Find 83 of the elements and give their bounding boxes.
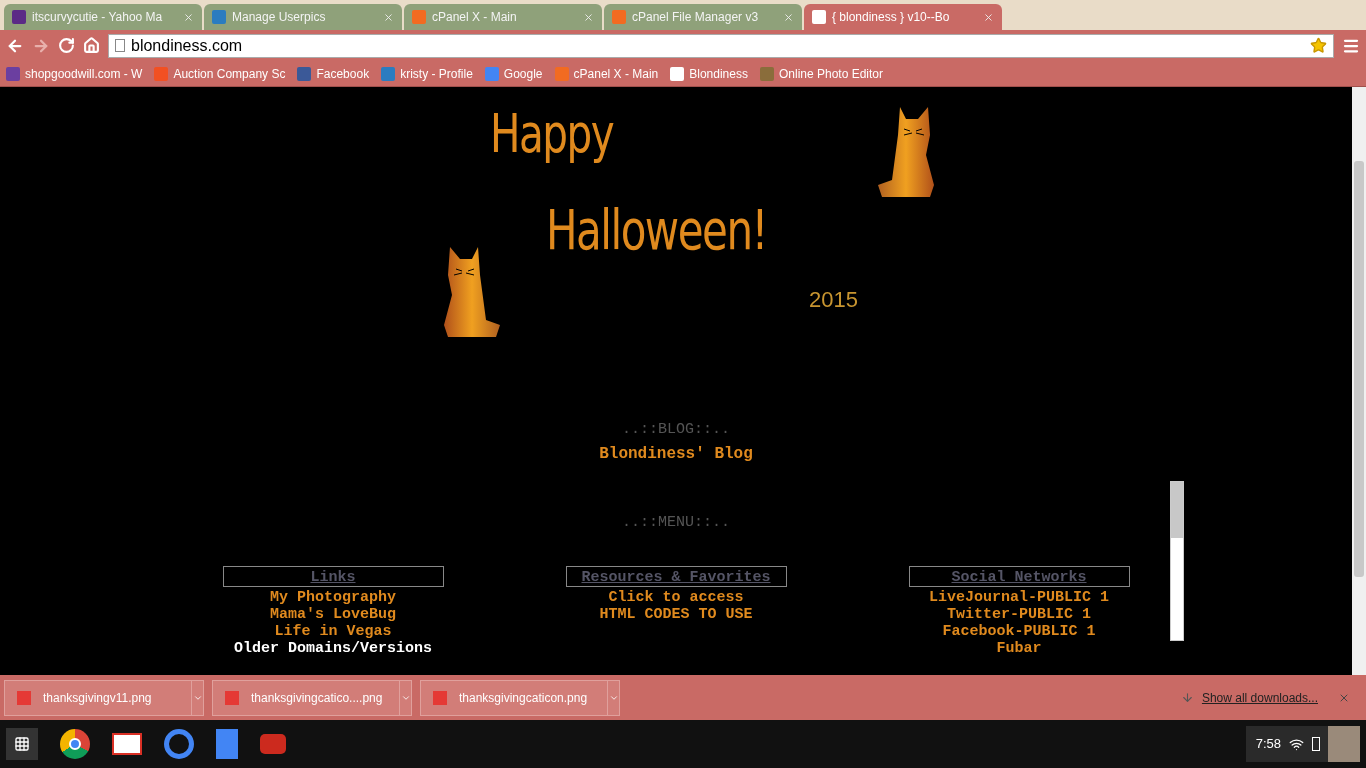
site-icon bbox=[484, 66, 499, 81]
site-icon bbox=[612, 10, 626, 24]
banner-title: Happy bbox=[490, 101, 614, 167]
bookmark[interactable]: Google bbox=[484, 64, 543, 83]
address-bar[interactable]: blondiness.com bbox=[108, 33, 1334, 58]
banner-year: 2015 bbox=[809, 286, 858, 314]
bookmark[interactable]: shopgoodwill.com - W bbox=[6, 64, 143, 83]
menu-link[interactable]: Fubar bbox=[996, 640, 1042, 657]
grid-icon bbox=[14, 736, 30, 752]
show-all-downloads-link[interactable]: Show all downloads... bbox=[1201, 688, 1318, 707]
site-icon bbox=[212, 10, 226, 24]
tab-title: cPanel X - Main bbox=[432, 9, 518, 26]
bookmark[interactable]: kristy - Profile bbox=[381, 64, 473, 83]
star-icon[interactable] bbox=[1310, 37, 1327, 54]
site-icon bbox=[759, 66, 774, 81]
page-icon bbox=[115, 39, 125, 52]
page-scrollbar[interactable] bbox=[1352, 87, 1366, 675]
download-arrow-icon bbox=[1180, 691, 1194, 704]
browser-tab[interactable]: itscurvycutie - Yahoo Ma bbox=[4, 4, 202, 30]
menu-link[interactable]: LiveJournal-PUBLIC 1 bbox=[929, 589, 1109, 606]
tab-title: cPanel File Manager v3 bbox=[632, 9, 760, 26]
battery-icon bbox=[1312, 737, 1320, 751]
clock: 7:58 bbox=[1255, 735, 1281, 754]
column-heading[interactable]: Links bbox=[222, 566, 444, 587]
home-icon[interactable] bbox=[83, 37, 100, 54]
close-icon[interactable] bbox=[783, 11, 794, 23]
site-icon bbox=[381, 66, 396, 81]
bookmark[interactable]: Facebook bbox=[297, 64, 370, 83]
site-icon bbox=[297, 66, 312, 81]
app-launcher-button[interactable] bbox=[6, 728, 38, 760]
close-icon[interactable] bbox=[383, 11, 394, 23]
banner-title: Halloween! bbox=[546, 196, 767, 264]
browser-tab[interactable]: { blondiness } v10--Bo bbox=[804, 4, 1002, 30]
status-tray[interactable]: 7:58 bbox=[1245, 726, 1360, 762]
caret-button[interactable] bbox=[607, 680, 619, 715]
download-item[interactable]: thanksgivingv11.png bbox=[4, 679, 204, 716]
bookmark[interactable]: Blondiness bbox=[670, 64, 748, 83]
menu-link[interactable]: Twitter-PUBLIC 1 bbox=[947, 606, 1091, 623]
site-icon bbox=[812, 10, 826, 24]
inner-scrollbar[interactable] bbox=[1170, 481, 1184, 641]
browser-tab[interactable]: Manage Userpics bbox=[204, 4, 402, 30]
site-icon bbox=[6, 66, 20, 81]
caret-button[interactable] bbox=[191, 680, 203, 715]
blog-link[interactable]: Blondiness' Blog bbox=[599, 441, 753, 466]
reload-icon[interactable] bbox=[58, 37, 75, 54]
site-icon bbox=[12, 10, 26, 24]
column-heading[interactable]: Social Networks bbox=[908, 566, 1130, 587]
close-icon[interactable] bbox=[183, 11, 194, 23]
column-heading[interactable]: Resources & Favorites bbox=[565, 566, 787, 587]
file-name: thanksgivingcaticon.png bbox=[459, 689, 589, 707]
site-icon bbox=[412, 10, 426, 24]
tab-title: Manage Userpics bbox=[232, 9, 327, 26]
section-heading: ..::BLOG::.. bbox=[622, 420, 730, 440]
menu-link[interactable]: My Photography bbox=[270, 589, 396, 606]
menu-link[interactable]: Older Domains/Versions bbox=[233, 640, 432, 657]
browser-tab[interactable]: cPanel File Manager v3 bbox=[604, 4, 802, 30]
section-heading: ..::MENU::.. bbox=[622, 512, 730, 533]
menu-link[interactable]: Click to access bbox=[608, 589, 744, 606]
bookmark[interactable]: Auction Company Sc bbox=[154, 64, 286, 83]
site-icon bbox=[154, 66, 169, 81]
file-name: thanksgivingcatico....png bbox=[251, 689, 384, 707]
download-item[interactable]: thanksgivingcatico....png bbox=[212, 679, 412, 716]
bookmark[interactable]: cPanel X - Main bbox=[554, 64, 659, 83]
image-file-icon bbox=[225, 690, 239, 705]
address-text: blondiness.com bbox=[131, 35, 244, 56]
menu-link[interactable]: Mama's LoveBug bbox=[270, 606, 396, 623]
tab-title: itscurvycutie - Yahoo Ma bbox=[32, 9, 164, 26]
site-icon bbox=[554, 66, 569, 81]
close-icon[interactable] bbox=[983, 11, 994, 23]
menu-link[interactable]: Life in Vegas bbox=[274, 623, 392, 640]
browser-tab[interactable]: cPanel X - Main bbox=[404, 4, 602, 30]
image-file-icon bbox=[17, 690, 31, 705]
bookmark[interactable]: Online Photo Editor bbox=[759, 64, 883, 83]
caret-button[interactable] bbox=[399, 680, 411, 715]
tab-title: { blondiness } v10--Bo bbox=[832, 9, 951, 26]
menu-link[interactable]: Facebook-PUBLIC 1 bbox=[942, 623, 1096, 640]
wifi-icon bbox=[1289, 736, 1304, 752]
image-file-icon bbox=[433, 690, 447, 705]
close-icon[interactable] bbox=[583, 11, 594, 23]
download-item[interactable]: thanksgivingcaticon.png bbox=[420, 679, 620, 716]
file-name: thanksgivingv11.png bbox=[43, 689, 153, 707]
menu-link[interactable]: HTML CODES TO USE bbox=[599, 606, 753, 623]
site-icon bbox=[670, 66, 685, 81]
